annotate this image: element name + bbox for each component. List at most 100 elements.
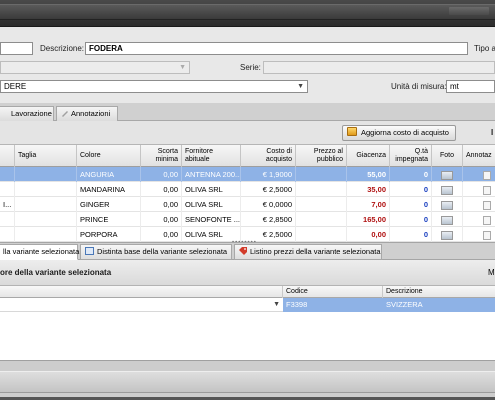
- col-colore[interactable]: Colore: [77, 145, 141, 167]
- col-impegnata[interactable]: Q.tà impegnata: [390, 145, 432, 167]
- note-icon[interactable]: [483, 215, 491, 225]
- photo-icon[interactable]: [441, 200, 453, 210]
- cell-foto[interactable]: [432, 182, 463, 197]
- tab-listino-prezzi[interactable]: Listino prezzi della variante selezionat…: [234, 244, 382, 260]
- unita-dropdown[interactable]: mt: [446, 80, 495, 93]
- cell-foto[interactable]: [432, 197, 463, 212]
- chevron-down-icon: ▼: [297, 83, 304, 90]
- variants-grid: Taglia Colore Scorta minima Fornitore ab…: [0, 145, 495, 242]
- descrizione-field[interactable]: FODERA: [85, 42, 468, 55]
- detail-row[interactable]: ▼ F3398 SVIZZERA: [0, 298, 495, 312]
- col-scorta[interactable]: Scorta minima: [141, 145, 182, 167]
- serie-field: [263, 61, 495, 74]
- col-fornitore[interactable]: Fornitore abituale: [182, 145, 241, 167]
- detail-col-descrizione[interactable]: Descrizione: [383, 286, 495, 298]
- col-taglia[interactable]: Taglia: [15, 145, 77, 167]
- detail-panel: ore della variante selezionata M Codice …: [0, 260, 495, 360]
- col-giacenza[interactable]: Giacenza: [347, 145, 390, 167]
- cell-giacenza: 0,00: [347, 227, 390, 242]
- note-icon[interactable]: [483, 200, 491, 210]
- chevron-down-icon[interactable]: ▼: [273, 298, 280, 312]
- tab-variant-selected[interactable]: lla variante selezionata: [0, 244, 80, 260]
- update-cost-label: Aggiorna costo di acquisto: [361, 128, 449, 137]
- detail-col-codice[interactable]: Codice: [283, 286, 383, 298]
- photo-icon[interactable]: [441, 185, 453, 195]
- cell-lead: I...: [0, 197, 15, 212]
- toolbar-overflow[interactable]: I: [491, 128, 493, 137]
- photo-icon[interactable]: [441, 170, 453, 180]
- cell-lead: [0, 167, 15, 182]
- table-row[interactable]: MANDARINA 0,00 OLIVA SRL € 2,5000 35,00 …: [0, 182, 495, 197]
- note-icon[interactable]: [483, 170, 491, 180]
- cell-giacenza: 35,00: [347, 182, 390, 197]
- cell-annotazioni[interactable]: [463, 212, 495, 227]
- cell-taglia: [15, 227, 77, 242]
- update-icon: [347, 127, 357, 136]
- cell-prezzo: [296, 182, 347, 197]
- note-icon[interactable]: [483, 185, 491, 195]
- cell-annotazioni[interactable]: [463, 197, 495, 212]
- cell-annotazioni[interactable]: [463, 182, 495, 197]
- cell-taglia: [15, 197, 77, 212]
- titlebar-controls[interactable]: [449, 7, 489, 15]
- tab-variant-selected-label: lla variante selezionata: [3, 247, 80, 256]
- col-lead[interactable]: [0, 145, 15, 167]
- descrizione-label: Descrizione:: [40, 44, 85, 53]
- cell-colore: ANGURIA: [77, 167, 141, 182]
- cell-lead: [0, 212, 15, 227]
- cell-annotazioni[interactable]: [463, 167, 495, 182]
- table-row[interactable]: I... GINGER 0,00 OLIVA SRL € 0,0000 7,00…: [0, 197, 495, 212]
- cell-foto[interactable]: [432, 167, 463, 182]
- cell-taglia: [15, 182, 77, 197]
- tab-distinta-base[interactable]: Distinta base della variante selezionata: [80, 244, 232, 260]
- photo-icon[interactable]: [441, 230, 453, 240]
- cell-scorta: 0,00: [141, 167, 182, 182]
- grid-header: Taglia Colore Scorta minima Fornitore ab…: [0, 145, 495, 167]
- cell-scorta: 0,00: [141, 182, 182, 197]
- tab-lavorazione-label: Lavorazione: [11, 109, 52, 118]
- material-value: DERE: [4, 82, 27, 91]
- material-dropdown[interactable]: DERE ▼: [0, 80, 308, 93]
- cell-impegnata: 0: [390, 212, 432, 227]
- note-icon[interactable]: [483, 230, 491, 240]
- category-dropdown: ▼: [0, 61, 190, 74]
- cell-prezzo: [296, 212, 347, 227]
- code-field[interactable]: [0, 42, 33, 55]
- cell-giacenza: 165,00: [347, 212, 390, 227]
- article-form: Descrizione: FODERA Tipo ar ▼ Serie: DER…: [0, 27, 495, 103]
- detail-col-lead[interactable]: [0, 286, 283, 298]
- col-costo[interactable]: Costo di acquisto: [241, 145, 296, 167]
- cell-colore: MANDARINA: [77, 182, 141, 197]
- article-tabs: Lavorazione Annotazioni: [0, 103, 495, 121]
- tab-lavorazione[interactable]: Lavorazione: [0, 106, 54, 121]
- cell-impegnata: 0: [390, 197, 432, 212]
- col-prezzo[interactable]: Prezzo al pubblico: [296, 145, 347, 167]
- cell-foto[interactable]: [432, 227, 463, 242]
- cell-colore: GINGER: [77, 197, 141, 212]
- col-foto[interactable]: Foto: [432, 145, 463, 167]
- note-icon: [61, 108, 69, 117]
- chevron-down-icon: ▼: [179, 64, 186, 71]
- cell-taglia: [15, 212, 77, 227]
- cell-impegnata: 0: [390, 227, 432, 242]
- cell-fornitore: OLIVA SRL: [182, 182, 241, 197]
- col-annotazioni[interactable]: Annotaz: [463, 145, 495, 167]
- cell-scorta: 0,00: [141, 197, 182, 212]
- table-row[interactable]: PRINCE 0,00 SENOFONTE ... € 2,8500 165,0…: [0, 212, 495, 227]
- tipo-label: Tipo ar: [474, 44, 495, 53]
- tab-annotazioni[interactable]: Annotazioni: [56, 106, 118, 121]
- cell-foto[interactable]: [432, 212, 463, 227]
- variant-tabs: lla variante selezionata Distinta base d…: [0, 242, 495, 260]
- photo-icon[interactable]: [441, 215, 453, 225]
- table-row[interactable]: ANGURIA 0,00 ANTENNA 200... € 1,9000 55,…: [0, 167, 495, 182]
- update-cost-button[interactable]: Aggiorna costo di acquisto: [342, 125, 456, 141]
- cell-annotazioni[interactable]: [463, 227, 495, 242]
- cell-costo: € 2,8500: [241, 212, 296, 227]
- cell-giacenza: 7,00: [347, 197, 390, 212]
- detail-cell-lead[interactable]: ▼: [0, 298, 283, 312]
- cell-colore: PORPORA: [77, 227, 141, 242]
- cell-impegnata: 0: [390, 167, 432, 182]
- serie-label: Serie:: [240, 63, 261, 72]
- detail-grid-header: Codice Descrizione: [0, 286, 495, 298]
- detail-extra: M: [488, 268, 495, 277]
